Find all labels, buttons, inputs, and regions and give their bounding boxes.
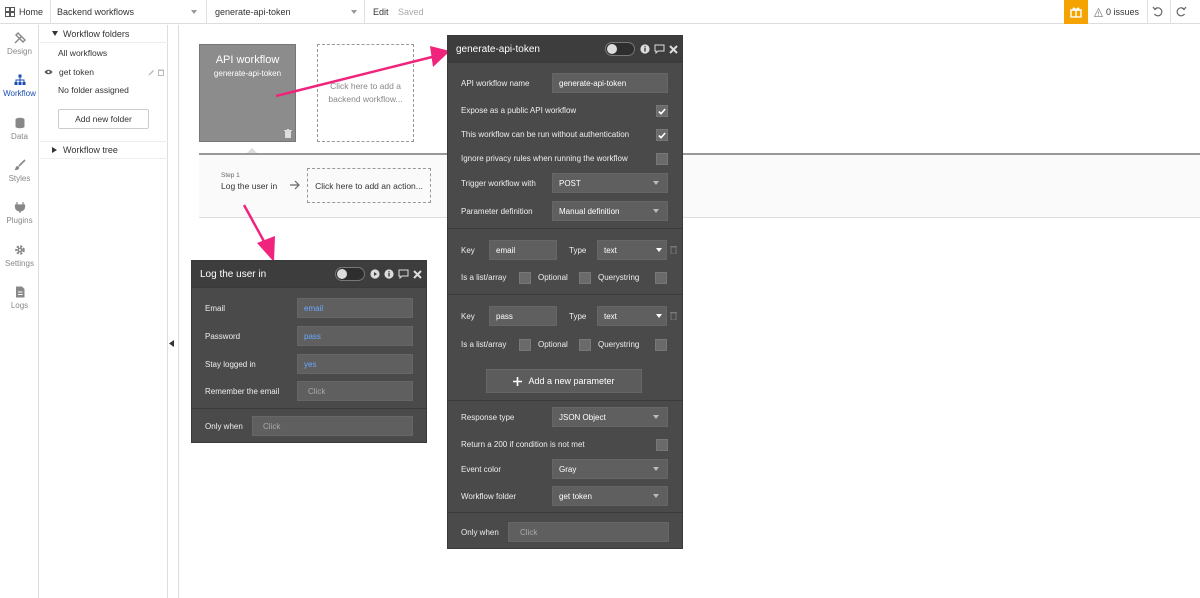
return-200-checkbox[interactable]: [656, 439, 668, 451]
is-list-checkbox[interactable]: [519, 339, 531, 351]
querystring-label: Querystring: [598, 273, 640, 282]
no-auth-checkbox[interactable]: [656, 129, 668, 141]
only-when-field[interactable]: Click: [252, 416, 413, 436]
info-icon[interactable]: [640, 44, 650, 54]
workflow-name-label: API workflow name: [461, 79, 530, 88]
param-definition-dropdown[interactable]: Manual definition: [552, 201, 668, 221]
is-list-label: Is a list/array: [461, 273, 507, 282]
only-when-field[interactable]: Click: [508, 522, 669, 542]
stay-logged-in-value: yes: [304, 359, 317, 369]
stay-logged-in-label: Stay logged in: [205, 360, 256, 369]
chevron-down-icon: [653, 467, 659, 471]
param-definition-value: Manual definition: [559, 206, 620, 216]
is-list-label: Is a list/array: [461, 340, 507, 349]
event-color-label: Event color: [461, 465, 502, 474]
only-when-value: Click: [520, 527, 538, 537]
trash-icon[interactable]: [670, 245, 677, 254]
info-icon[interactable]: [384, 269, 394, 279]
checkmark-icon: [658, 107, 666, 115]
panel-header: Log the user in: [192, 261, 426, 287]
comment-icon[interactable]: [398, 269, 409, 279]
event-color-dropdown[interactable]: Gray: [552, 459, 668, 479]
remember-email-value: Click: [308, 386, 326, 396]
add-parameter-label: Add a new parameter: [528, 376, 615, 386]
debug-toggle[interactable]: [335, 267, 365, 281]
chevron-down-icon: [656, 248, 662, 252]
ignore-privacy-label: Ignore privacy rules when running the wo…: [461, 154, 628, 163]
optional-label: Optional: [538, 340, 568, 349]
param-type-value: text: [604, 311, 617, 321]
param-key-value: email: [496, 245, 516, 255]
querystring-label: Querystring: [598, 340, 640, 349]
email-label: Email: [205, 304, 226, 313]
debug-toggle[interactable]: [605, 42, 635, 56]
response-type-dropdown[interactable]: JSON Object: [552, 407, 668, 427]
remember-email-field[interactable]: Click: [297, 381, 413, 401]
only-when-label: Only when: [461, 528, 499, 537]
stay-logged-in-field[interactable]: yes: [297, 354, 413, 374]
param-definition-label: Parameter definition: [461, 207, 533, 216]
chevron-down-icon: [653, 494, 659, 498]
param-key-field[interactable]: pass: [489, 306, 557, 326]
expose-public-label: Expose as a public API workflow: [461, 106, 577, 115]
comment-icon[interactable]: [654, 44, 665, 54]
chevron-down-icon: [653, 415, 659, 419]
type-label: Type: [569, 312, 587, 321]
api-workflow-panel: generate-api-token API workflow name gen…: [447, 35, 683, 549]
key-label: Key: [461, 312, 475, 321]
trigger-value: POST: [559, 178, 581, 188]
plus-icon: [513, 376, 523, 386]
querystring-checkbox[interactable]: [655, 339, 667, 351]
type-label: Type: [569, 246, 587, 255]
trigger-label: Trigger workflow with: [461, 179, 536, 188]
add-parameter-button[interactable]: Add a new parameter: [486, 369, 642, 393]
close-icon[interactable]: [413, 269, 422, 279]
querystring-checkbox[interactable]: [655, 272, 667, 284]
play-icon[interactable]: [370, 269, 380, 279]
workflow-name-field[interactable]: generate-api-token: [552, 73, 668, 93]
optional-label: Optional: [538, 273, 568, 282]
param-key-value: pass: [496, 311, 513, 321]
workflow-name-value: generate-api-token: [559, 78, 627, 88]
ignore-privacy-checkbox[interactable]: [656, 153, 668, 165]
trigger-method-dropdown[interactable]: POST: [552, 173, 668, 193]
response-type-value: JSON Object: [559, 412, 606, 422]
panel-header: generate-api-token: [448, 36, 682, 62]
optional-checkbox[interactable]: [579, 339, 591, 351]
chevron-down-icon: [656, 314, 662, 318]
is-list-checkbox[interactable]: [519, 272, 531, 284]
key-label: Key: [461, 246, 475, 255]
param-key-field[interactable]: email: [489, 240, 557, 260]
password-value: pass: [304, 331, 321, 341]
trash-icon[interactable]: [670, 311, 677, 320]
only-when-value: Click: [263, 421, 281, 431]
panel-title: generate-api-token: [456, 43, 540, 55]
only-when-label: Only when: [205, 422, 243, 431]
chevron-down-icon: [653, 209, 659, 213]
param-type-dropdown[interactable]: text: [597, 306, 667, 326]
email-field[interactable]: email: [297, 298, 413, 318]
checkmark-icon: [658, 131, 666, 139]
optional-checkbox[interactable]: [579, 272, 591, 284]
remember-email-label: Remember the email: [205, 387, 280, 396]
workflow-folder-label: Workflow folder: [461, 492, 516, 501]
expose-public-checkbox[interactable]: [656, 105, 668, 117]
no-auth-label: This workflow can be run without authent…: [461, 130, 630, 139]
log-user-in-panel: Log the user in Email email Password pas…: [191, 260, 427, 443]
email-value: email: [304, 303, 324, 313]
password-field[interactable]: pass: [297, 326, 413, 346]
workflow-folder-value: get token: [559, 491, 592, 501]
param-type-dropdown[interactable]: text: [597, 240, 667, 260]
response-type-label: Response type: [461, 413, 515, 422]
password-label: Password: [205, 332, 241, 341]
panel-title: Log the user in: [200, 268, 267, 280]
event-color-value: Gray: [559, 464, 577, 474]
close-icon[interactable]: [669, 44, 678, 54]
workflow-folder-dropdown[interactable]: get token: [552, 486, 668, 506]
return-200-label: Return a 200 if condition is not met: [461, 440, 585, 449]
param-type-value: text: [604, 245, 617, 255]
chevron-down-icon: [653, 181, 659, 185]
